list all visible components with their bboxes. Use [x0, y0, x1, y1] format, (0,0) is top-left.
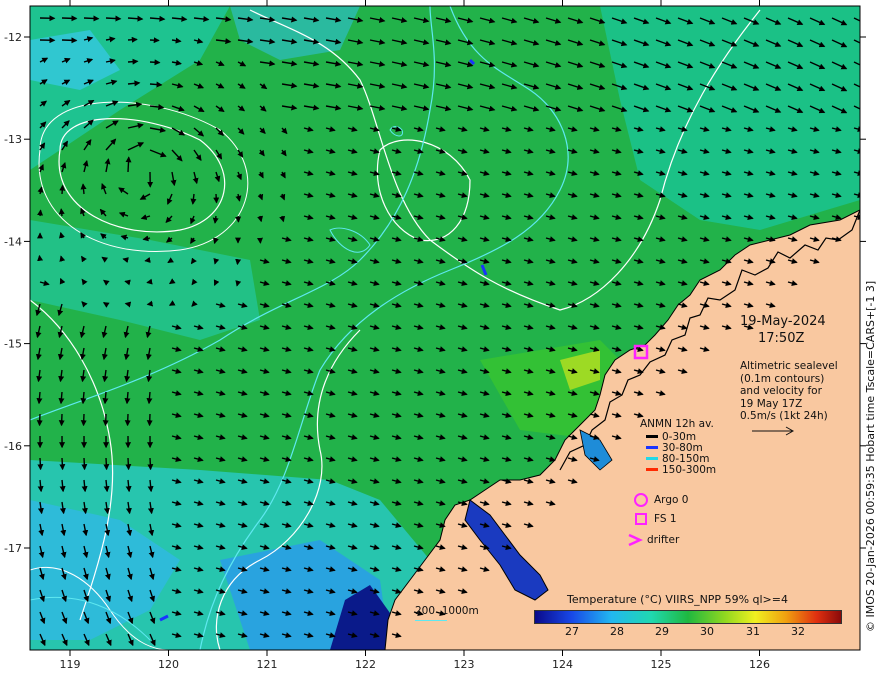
- velocity-arrow: [127, 58, 139, 65]
- velocity-arrow: [59, 184, 66, 195]
- velocity-arrow: [125, 457, 132, 471]
- velocity-arrow: [124, 391, 131, 405]
- y-tick-label: -16: [4, 440, 22, 453]
- velocity-arrow: [125, 156, 132, 173]
- velocity-arrow: [80, 391, 87, 405]
- velocity-arrow: [102, 391, 109, 405]
- plot-area: [30, 6, 860, 650]
- y-tick-label: -13: [4, 133, 22, 146]
- velocity-arrow: [81, 457, 88, 471]
- y-tick-label: -14: [4, 235, 22, 248]
- velocity-arrow: [37, 254, 44, 262]
- velocity-arrow: [213, 193, 220, 204]
- velocity-arrow: [149, 81, 163, 88]
- x-tick-label: 123: [454, 658, 475, 671]
- velocity-arrow: [83, 15, 100, 22]
- velocity-arrow: [103, 457, 110, 471]
- velocity-arrow: [146, 278, 153, 285]
- velocity-arrow: [59, 255, 66, 262]
- velocity-arrow: [146, 391, 153, 405]
- velocity-arrow: [37, 209, 44, 217]
- velocity-arrow: [124, 279, 131, 286]
- y-tick-label: -12: [4, 31, 22, 44]
- velocity-arrow: [235, 258, 242, 266]
- velocity-arrow: [36, 391, 43, 405]
- velocity-arrow: [58, 391, 65, 405]
- x-tick-label: 121: [257, 658, 278, 671]
- y-tick-label: -15: [4, 338, 22, 351]
- velocity-arrow: [80, 183, 87, 195]
- velocity-arrow: [147, 457, 154, 471]
- x-tick-label: 119: [60, 658, 81, 671]
- y-tick-label: -17: [4, 542, 22, 555]
- ocean-map: 119 120 121 122 123 124 125 126 -12 -13 -14 -15 -16…: [4, 0, 866, 671]
- velocity-arrow: [212, 215, 219, 224]
- velocity-arrow: [105, 15, 122, 22]
- x-tick-label: 122: [355, 658, 376, 671]
- velocity-arrow: [235, 280, 242, 287]
- x-tick-label: 125: [651, 658, 672, 671]
- x-tick-label: 124: [552, 658, 573, 671]
- velocity-arrow: [149, 59, 161, 66]
- velocity-arrow: [59, 457, 66, 471]
- velocity-arrow: [127, 36, 138, 43]
- velocity-arrow: [37, 457, 44, 471]
- velocity-arrow: [58, 208, 65, 217]
- x-tick-label: 126: [749, 658, 770, 671]
- velocity-arrow: [144, 257, 151, 263]
- x-tick-label: 120: [158, 658, 179, 671]
